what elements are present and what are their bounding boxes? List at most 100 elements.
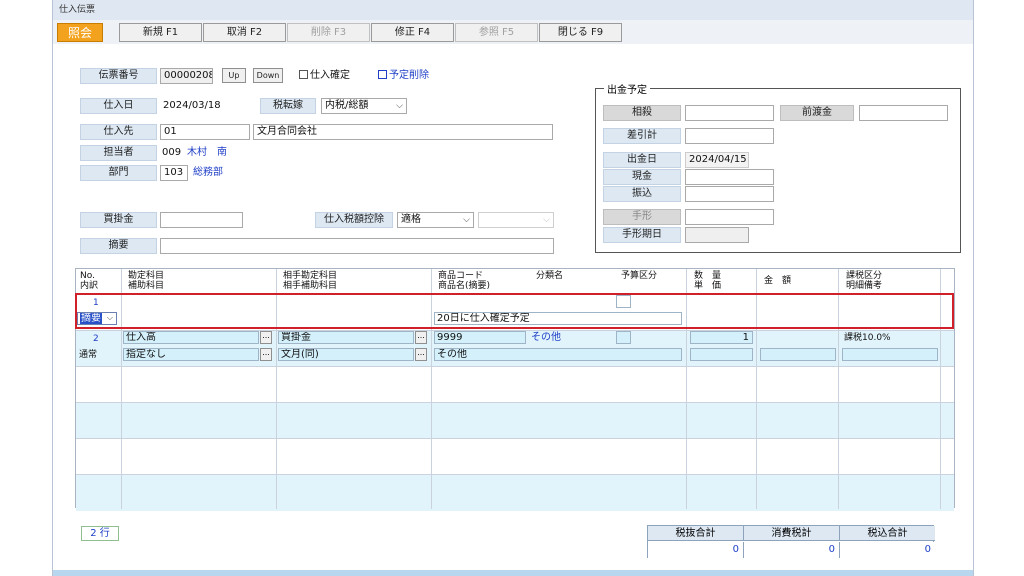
staff-code: 009 [162,147,182,158]
advance-label: 前渡金 [780,105,854,121]
pay-date-field[interactable]: 2024/04/15 [685,152,749,168]
transfer-field[interactable] [685,186,774,202]
checkbox-icon [378,70,387,79]
bill-label: 手形 [603,209,681,225]
payable-field[interactable] [160,212,243,228]
close-button[interactable]: 閉じる F9 [539,23,622,42]
window-title: 仕入伝票 [53,0,973,20]
date-label: 仕入日 [80,98,157,114]
grid-row-4[interactable] [76,403,954,439]
cancel-button[interactable]: 取消 F2 [203,23,286,42]
mode-indicator: 照会 [57,23,103,42]
deduct-sub-select[interactable]: ⌵ [478,212,554,228]
confirm-checkbox[interactable]: 仕入確定 [299,69,350,83]
deduct-select[interactable]: 適格 ⌵ [397,212,474,228]
chevron-down-icon: ⌵ [396,101,403,111]
row2-counter-account-field[interactable]: 買掛金 [278,331,414,344]
row2-type: 通常 [79,350,98,360]
row2-counter-account-lookup-button[interactable]: ... [415,331,427,344]
row2-qty-field[interactable]: 1 [690,331,753,344]
advance-field[interactable] [859,105,948,121]
tax-total-value: 0 [744,542,840,558]
grid-header: No. 内訳 勘定科目 補助科目 相手勘定科目 相手補助科目 商品コード 商品名… [76,269,954,295]
chevron-down-icon: ⌵ [463,215,470,225]
header-sub-account: 補助科目 [128,281,165,291]
purchase-slip-window: 仕入伝票 照会 新規 F1 取消 F2 削除 F3 修正 F4 参照 F5 閉じ… [52,0,974,576]
dept-label: 部門 [80,165,157,181]
deduct-select-value: 適格 [401,214,421,225]
date-value: 2024/03/18 [163,100,221,111]
header-tax-class: 課税区分 [846,271,883,281]
window-bottom-border [53,570,973,576]
row2-product-name-field[interactable]: その他 [434,348,682,361]
row2-account-field[interactable]: 仕入高 [123,331,259,344]
header-category: 分類名 [536,271,564,281]
row2-product-code-field[interactable]: 9999 [434,331,526,344]
dept-name: 総務部 [193,167,223,178]
row2-sub-account-lookup-button[interactable]: ... [260,348,272,361]
supplier-code-field[interactable]: 01 [160,124,250,140]
staff-label: 担当者 [80,145,157,161]
staff-name: 木村 南 [187,147,227,158]
slip-no-field[interactable]: 00000208 [160,68,213,84]
row2-counter-sub-field[interactable]: 文月(同) [278,348,414,361]
bill-field[interactable] [685,209,774,225]
grid-row-3[interactable] [76,367,954,403]
chevron-down-icon: ⌵ [543,215,550,225]
header-counter-sub: 相手補助科目 [283,281,338,291]
row2-detail-note-field[interactable] [842,348,938,361]
toolbar: 照会 新規 F1 取消 F2 削除 F3 修正 F4 参照 F5 閉じる F9 [53,20,973,44]
dept-code-field[interactable]: 103 [160,165,188,181]
confirm-label: 仕入確定 [310,70,350,81]
pay-date-label: 出金日 [603,152,681,168]
grid-row-6[interactable] [76,475,954,511]
grid-row-5[interactable] [76,439,954,475]
supplier-name-field[interactable]: 文月合同会社 [253,124,553,140]
new-button[interactable]: 新規 F1 [119,23,202,42]
grand-total-value: 0 [840,542,935,558]
tax-total-label: 消費税計 [744,526,840,541]
header-no: No. [80,271,95,281]
plan-delete-label: 予定削除 [389,70,429,81]
balance-label: 差引計 [603,128,681,144]
row2-amount-field[interactable] [760,348,836,361]
tax-label: 税転嫁 [260,98,316,114]
header-price: 単 価 [694,281,722,291]
header-product-code: 商品コード [438,271,484,281]
row2-budget-checkbox[interactable] [616,331,631,344]
header-account: 勘定科目 [128,271,165,281]
offset-field[interactable] [685,105,774,121]
delete-button[interactable]: 削除 F3 [287,23,370,42]
header-breakdown: 内訳 [80,281,99,291]
totals-panel: 税抜合計 消費税計 税込合計 0 0 0 [647,525,935,558]
memo-label: 摘要 [80,238,157,254]
cash-field[interactable] [685,169,774,185]
cash-label: 現金 [603,169,681,185]
row2-sub-account-field[interactable]: 指定なし [123,348,259,361]
balance-field[interactable] [685,128,774,144]
bill-due-field[interactable] [685,227,749,243]
memo-field[interactable] [160,238,554,254]
tax-select-value: 内税/総額 [325,100,369,111]
highlight-box [75,293,954,329]
edit-button[interactable]: 修正 F4 [371,23,454,42]
slip-no-label: 伝票番号 [80,68,157,84]
down-button[interactable]: Down [253,68,283,83]
header-qty: 数 量 [694,271,722,281]
row2-no: 2 [93,334,99,344]
row2-counter-sub-lookup-button[interactable]: ... [415,348,427,361]
bill-due-label: 手形期日 [603,227,681,243]
deduct-label: 仕入税額控除 [315,212,393,228]
header-product-name: 商品名(摘要) [438,281,491,291]
row-count: 2 行 [81,526,119,541]
row2-account-lookup-button[interactable]: ... [260,331,272,344]
reference-button[interactable]: 参照 F5 [455,23,538,42]
header-counter-account: 相手勘定科目 [283,271,338,281]
header-detail-note: 明細備考 [846,281,883,291]
transfer-label: 振込 [603,186,681,202]
checkbox-icon [299,70,308,79]
tax-select[interactable]: 内税/総額 ⌵ [321,98,407,114]
row2-price-field[interactable] [690,348,753,361]
up-button[interactable]: Up [222,68,246,83]
plan-delete-checkbox[interactable]: 予定削除 [378,69,429,83]
